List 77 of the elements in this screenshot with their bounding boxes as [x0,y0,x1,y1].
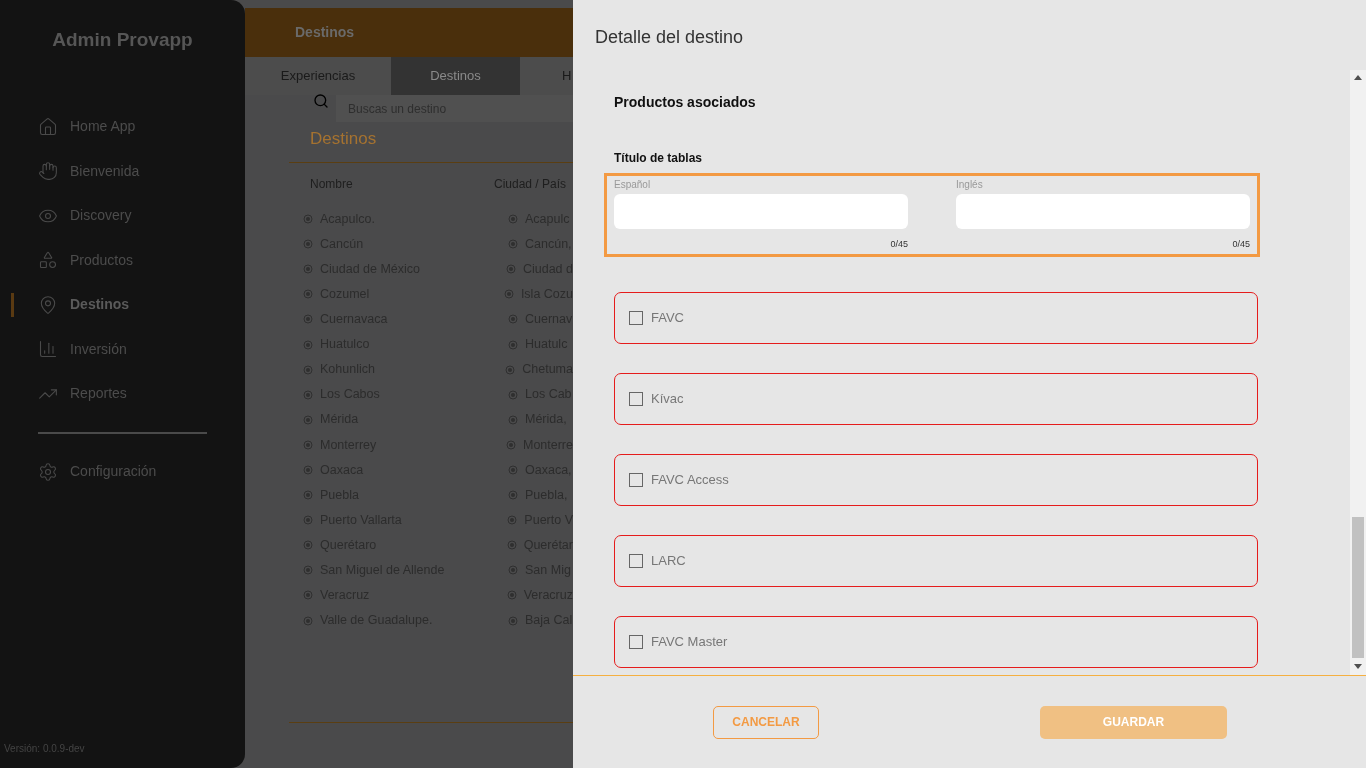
char-counter: 0/45 [1232,238,1250,251]
nav-item[interactable]: Bienvenida [38,159,140,183]
fields-title: Título de tablas [614,150,703,167]
product-option[interactable]: FAVC Master [614,615,1258,668]
checkbox[interactable] [629,553,643,568]
bullet-icon [303,314,313,325]
bullet-icon [303,389,313,400]
search-icon [313,93,329,109]
bullet-icon [303,414,313,425]
field-label: Inglés [956,178,984,192]
field-label: Español [614,178,652,192]
bar-chart-icon [38,339,58,359]
bullet-icon [303,615,313,626]
bullet-icon [303,289,313,300]
bullet-icon [303,239,313,250]
bullet-icon [303,490,313,501]
list-title: Destinos [310,128,378,150]
bullet-icon [303,439,313,450]
bullet-icon [505,364,516,375]
product-option[interactable]: FAVC Access [614,453,1258,506]
bullet-icon [303,214,313,225]
nav-item[interactable]: Configuración [38,459,157,484]
text-field[interactable] [956,194,1250,229]
tab[interactable]: Destinos [391,57,520,95]
nav-item[interactable]: Home App [38,114,136,139]
scroll-thumb[interactable] [1352,517,1364,658]
bullet-icon [508,414,518,425]
bullet-icon [508,339,518,350]
text-field[interactable] [614,194,908,229]
bullet-icon [508,389,518,400]
bullet-icon [503,289,514,300]
bullet-icon [303,465,313,475]
bullet-icon [303,339,313,350]
header-title: Destinos [295,23,355,42]
hand-icon [38,161,58,181]
pin-icon [38,294,58,315]
cancel-button[interactable]: CANCELAR [713,705,819,739]
bullet-icon [508,314,518,325]
product-option[interactable]: LARC [614,534,1258,587]
product-option[interactable]: Kívac [614,372,1258,425]
bullet-icon [506,540,517,551]
bullet-icon [508,214,518,225]
checkbox[interactable] [629,634,643,649]
bullet-icon [505,264,516,275]
scroll-up-icon [1354,75,1362,80]
bullet-icon [303,515,313,526]
shapes-icon [38,250,58,270]
bullet-icon [508,239,518,250]
product-option[interactable]: FAVC [614,291,1258,344]
bullet-icon [508,565,518,576]
char-counter: 0/45 [890,238,908,251]
bullet-icon [303,590,313,601]
section-title: Productos asociados [614,93,757,112]
home-icon [38,116,58,137]
checkbox[interactable] [629,310,643,325]
scroll-down-icon [1354,664,1362,669]
bullet-icon [508,465,518,475]
checkbox[interactable] [629,472,643,487]
bullet-icon [507,515,518,526]
bullet-icon [505,439,516,450]
bullet-icon [303,540,313,551]
bullet-icon [508,490,518,501]
bullet-icon [506,590,517,601]
nav-item[interactable]: Discovery [38,203,132,228]
bullet-icon [303,364,313,375]
nav-item[interactable]: Reportes [38,381,127,406]
nav-item[interactable]: Productos [38,248,134,272]
bullet-icon [303,565,313,576]
checkbox[interactable] [629,391,643,406]
bullet-icon [508,615,518,626]
nav-item[interactable]: Inversión [38,337,127,361]
settings-icon [38,461,58,482]
drawer-title: Detalle del destino [594,26,745,49]
bullet-icon [303,264,313,275]
nav-item[interactable]: Destinos [38,292,130,317]
save-button[interactable]: GUARDAR [1040,705,1227,739]
app-title: Admin Provapp [51,28,194,52]
